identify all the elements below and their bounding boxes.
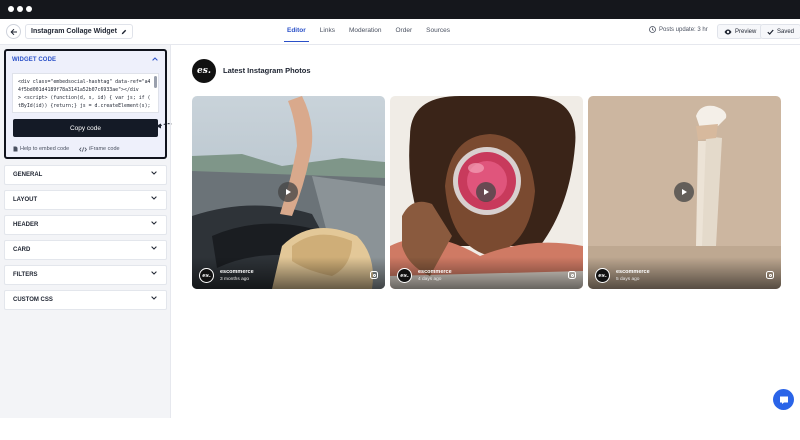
- preview-label: Preview: [735, 28, 757, 35]
- play-button[interactable]: [476, 182, 496, 202]
- section-label: FILTERS: [13, 272, 38, 278]
- code-line: tById(id)) {return;} js = d.createElemen…: [18, 103, 150, 109]
- saved-label: Saved: [777, 28, 795, 35]
- code-scrollbar[interactable]: [154, 76, 157, 88]
- iframe-code-label: iFrame code: [89, 146, 120, 152]
- chevron-down-icon: [151, 196, 157, 202]
- widget-code-textarea[interactable]: <div class="embedsocial-hashtag" data-re…: [12, 73, 159, 113]
- widget-code-panel: WIDGET CODE <div class="embedsocial-hash…: [4, 49, 167, 159]
- iframe-code-link[interactable]: iFrame code: [79, 146, 120, 152]
- instagram-icon[interactable]: [568, 271, 576, 279]
- widget-code-heading[interactable]: WIDGET CODE: [12, 57, 56, 63]
- section-label: HEADER: [13, 222, 39, 228]
- document-icon: [13, 146, 18, 152]
- code-line: > <script> (function(d, s, id) { var js;…: [18, 95, 150, 101]
- tab-moderation[interactable]: Moderation: [342, 19, 389, 45]
- window-dot-icon: [17, 6, 23, 12]
- posts-update-label: Posts update: 3 hr: [659, 26, 708, 33]
- help-embed-link[interactable]: Help to embed code: [13, 146, 69, 152]
- widget-title: Instagram Collage Widget: [31, 28, 117, 35]
- post-username: escommerce: [616, 269, 650, 275]
- post-time: 4 days ago: [418, 277, 442, 282]
- pencil-icon[interactable]: [121, 29, 127, 35]
- post-card[interactable]: es. escommerce 4 days ago: [390, 96, 583, 289]
- post-card[interactable]: es. escommerce 5 days ago: [588, 96, 781, 289]
- window-dot-icon: [8, 6, 14, 12]
- section-custom-css[interactable]: CUSTOM CSS: [4, 290, 167, 310]
- post-card[interactable]: es. escommerce 3 months ago: [192, 96, 385, 289]
- post-username: escommerce: [418, 269, 452, 275]
- section-filters[interactable]: FILTERS: [4, 265, 167, 285]
- chat-bubble-icon: [779, 396, 788, 404]
- copy-code-button[interactable]: Copy code: [13, 119, 158, 137]
- post-time: 5 days ago: [616, 277, 640, 282]
- chevron-down-icon: [151, 221, 157, 227]
- section-general[interactable]: GENERAL: [4, 165, 167, 185]
- tab-editor[interactable]: Editor: [280, 19, 313, 45]
- section-label: GENERAL: [13, 172, 43, 178]
- preview-button[interactable]: Preview: [717, 24, 764, 39]
- chevron-down-icon: [151, 171, 157, 177]
- section-label: CUSTOM CSS: [13, 297, 53, 303]
- play-button[interactable]: [278, 182, 298, 202]
- settings-sidebar: WIDGET CODE <div class="embedsocial-hash…: [0, 45, 171, 418]
- tab-order[interactable]: Order: [389, 19, 420, 45]
- tab-sources[interactable]: Sources: [419, 19, 457, 45]
- back-button[interactable]: [6, 24, 21, 39]
- code-brackets-icon: [79, 146, 87, 152]
- brand-logo: es.: [192, 59, 216, 83]
- clock-icon: [649, 26, 656, 33]
- section-label: CARD: [13, 247, 31, 253]
- section-card[interactable]: CARD: [4, 240, 167, 260]
- post-username: escommerce: [220, 269, 254, 275]
- saved-button[interactable]: Saved: [760, 24, 800, 39]
- avatar: es.: [199, 268, 214, 283]
- help-embed-label: Help to embed code: [20, 146, 70, 152]
- instagram-icon[interactable]: [766, 271, 774, 279]
- widget-title-field[interactable]: Instagram Collage Widget: [25, 24, 133, 39]
- bottom-strip: [0, 418, 800, 440]
- window-titlebar: [0, 0, 800, 19]
- play-button[interactable]: [674, 182, 694, 202]
- chevron-down-icon: [151, 296, 157, 302]
- chevron-down-icon: [151, 271, 157, 277]
- window-dot-icon: [26, 6, 32, 12]
- tab-links[interactable]: Links: [313, 19, 342, 45]
- chat-button[interactable]: [773, 389, 794, 410]
- play-icon: [286, 189, 291, 195]
- posts-update-status: Posts update: 3 hr: [649, 26, 708, 33]
- feed-title: Latest Instagram Photos: [223, 66, 311, 75]
- eye-icon: [724, 29, 732, 34]
- top-bar: Instagram Collage Widget Editor Links Mo…: [0, 19, 800, 45]
- arrow-left-icon: [9, 28, 17, 35]
- code-line: 4f5bd001d4189f78a3141a52b07c6933ae"></di…: [18, 87, 139, 93]
- chevron-down-icon: [151, 246, 157, 252]
- section-header[interactable]: HEADER: [4, 215, 167, 235]
- avatar: es.: [595, 268, 610, 283]
- widget-preview: es. Latest Instagram Photos es. escommer…: [172, 45, 800, 418]
- code-line: <div class="embedsocial-hashtag" data-re…: [18, 79, 150, 85]
- section-label: LAYOUT: [13, 197, 38, 203]
- check-icon: [767, 29, 774, 35]
- avatar: es.: [397, 268, 412, 283]
- play-icon: [682, 189, 687, 195]
- chevron-up-icon[interactable]: [152, 57, 158, 63]
- tab-bar: Editor Links Moderation Order Sources: [280, 19, 457, 45]
- post-time: 3 months ago: [220, 277, 250, 282]
- section-layout[interactable]: LAYOUT: [4, 190, 167, 210]
- play-icon: [484, 189, 489, 195]
- instagram-icon[interactable]: [370, 271, 378, 279]
